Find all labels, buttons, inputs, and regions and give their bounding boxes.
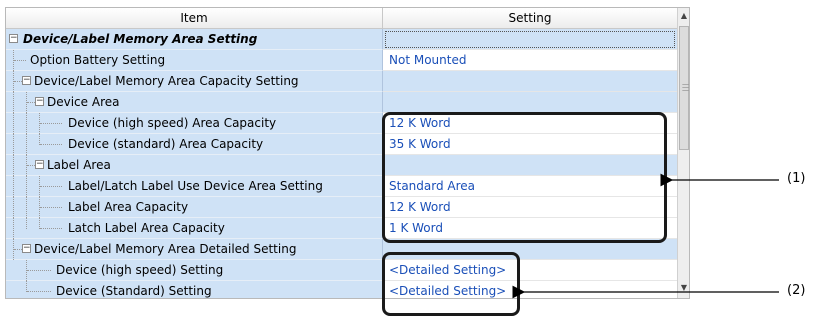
callout-label-2: (2) — [787, 283, 806, 298]
callout-label-1: (1) — [787, 171, 806, 186]
callout-arrows — [512, 173, 779, 299]
